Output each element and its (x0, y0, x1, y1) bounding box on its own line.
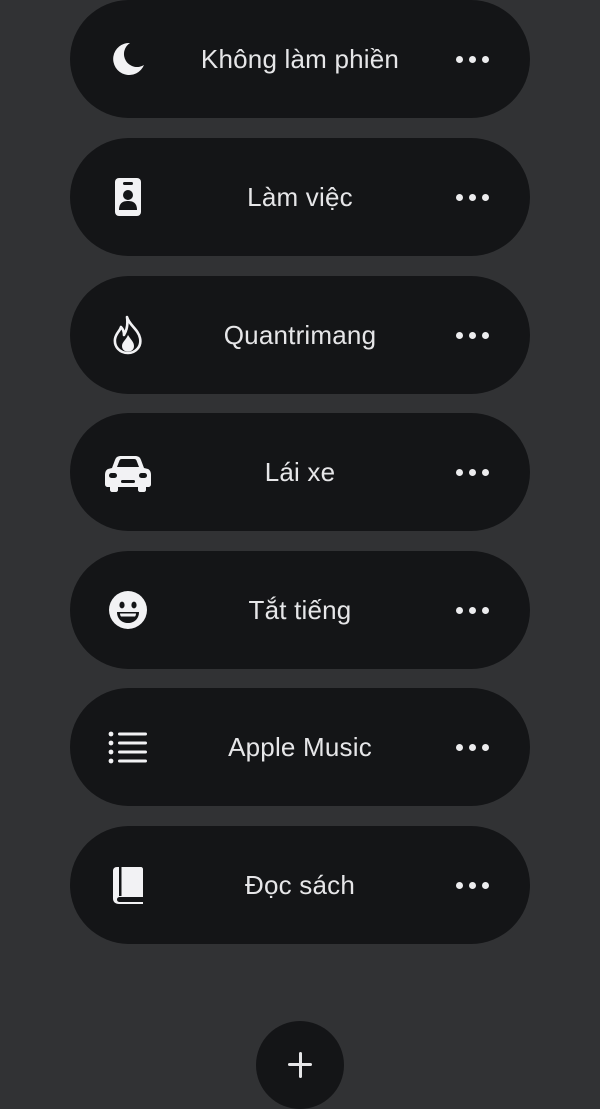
focus-item-quantrimang[interactable]: Quantrimang (70, 276, 530, 394)
more-options-button[interactable] (444, 727, 500, 767)
car-icon (104, 452, 152, 492)
ellipsis-icon (455, 743, 463, 751)
smiley-icon (108, 590, 148, 630)
id-badge-icon (108, 177, 148, 217)
focus-item-reading[interactable]: Đọc sách (70, 826, 530, 944)
focus-item-mute[interactable]: Tắt tiếng (70, 551, 530, 669)
more-options-button[interactable] (444, 452, 500, 492)
ellipsis-icon (455, 331, 463, 339)
focus-item-driving[interactable]: Lái xe (70, 413, 530, 531)
more-options-button[interactable] (444, 590, 500, 630)
moon-icon (108, 39, 148, 79)
more-options-button[interactable] (444, 39, 500, 79)
add-focus-button[interactable] (256, 1021, 344, 1109)
list-icon (108, 727, 148, 767)
ellipsis-icon (455, 468, 463, 476)
more-options-button[interactable] (444, 177, 500, 217)
book-icon (108, 865, 148, 905)
focus-item-work[interactable]: Làm việc (70, 138, 530, 256)
ellipsis-icon (455, 606, 463, 614)
focus-item-apple-music[interactable]: Apple Music (70, 688, 530, 806)
more-options-button[interactable] (444, 865, 500, 905)
ellipsis-icon (455, 881, 463, 889)
focus-item-do-not-disturb[interactable]: Không làm phiền (70, 0, 530, 118)
ellipsis-icon (455, 193, 463, 201)
more-options-button[interactable] (444, 315, 500, 355)
flame-icon (108, 315, 148, 355)
ellipsis-icon (455, 55, 463, 63)
